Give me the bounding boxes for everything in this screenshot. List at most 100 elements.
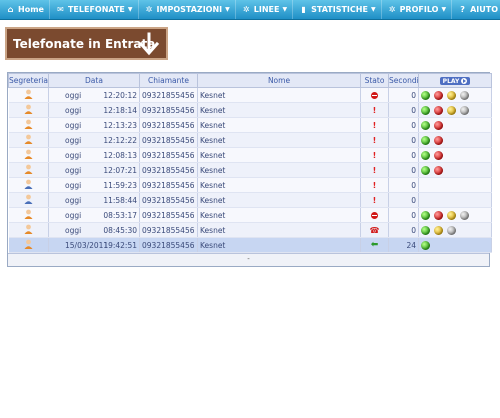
caller-cell: 09321855456	[139, 147, 198, 163]
date-cell: oggi 08:53:17	[48, 207, 140, 223]
caller-cell: 09321855456	[139, 192, 198, 208]
table-header-row: Segreteria Data Chiamante Nome Stato Sec…	[8, 73, 492, 88]
status-cell: !	[360, 102, 389, 118]
user-icon[interactable]	[24, 134, 33, 146]
col-chiamante[interactable]: Chiamante	[139, 73, 198, 88]
table-row[interactable]: oggi 12:20:12 09321855456 Kesnet 0	[8, 87, 492, 103]
name-cell: Kesnet	[197, 162, 361, 178]
gear-icon: ✲	[145, 5, 153, 14]
red-light-icon[interactable]	[434, 120, 443, 130]
missed-call-icon: !	[372, 195, 377, 205]
play-all-button[interactable]: PLAY	[439, 77, 471, 86]
seconds-cell: 0	[388, 102, 419, 118]
menu-item-profilo[interactable]: ✲ PROFILO ▼	[382, 0, 453, 19]
call-day: oggi	[65, 105, 82, 115]
voicemail-cell	[8, 87, 49, 103]
green-light-icon[interactable]	[421, 210, 430, 220]
date-cell: oggi 11:59:23	[48, 177, 140, 193]
green-light-icon[interactable]	[421, 135, 430, 145]
seconds-cell: 0	[388, 207, 419, 223]
incoming-arrow-icon: ⬅	[370, 240, 379, 250]
date-cell: oggi 08:45:30	[48, 222, 140, 238]
seconds-cell: 0	[388, 222, 419, 238]
call-time: 12:07:21	[103, 165, 137, 175]
grey-light-icon[interactable]	[447, 225, 456, 235]
date-cell: oggi 11:58:44	[48, 192, 140, 208]
user-icon[interactable]	[24, 104, 33, 116]
user-icon[interactable]	[24, 149, 33, 161]
yellow-light-icon[interactable]	[447, 90, 456, 100]
blocked-icon	[371, 92, 378, 99]
actions-cell	[418, 222, 492, 238]
red-light-icon[interactable]	[434, 90, 443, 100]
user-icon[interactable]	[24, 194, 33, 206]
user-icon[interactable]	[24, 179, 33, 191]
green-light-icon[interactable]	[421, 165, 430, 175]
col-nome[interactable]: Nome	[197, 73, 361, 88]
call-time: 12:18:14	[103, 105, 137, 115]
table-row[interactable]: oggi 12:12:22 09321855456 Kesnet! 0	[8, 132, 492, 148]
yellow-light-icon[interactable]	[434, 225, 443, 235]
table-body: oggi 12:20:12 09321855456 Kesnet 0 oggi 12:18:…	[8, 87, 492, 253]
yellow-light-icon[interactable]	[447, 210, 456, 220]
phone-hangup-icon: ☎	[369, 225, 380, 235]
grey-light-icon[interactable]	[460, 210, 469, 220]
user-icon[interactable]	[24, 224, 33, 236]
name-cell: Kesnet	[197, 237, 361, 253]
table-row[interactable]: oggi 12:18:14 09321855456 Kesnet! 0	[8, 102, 492, 118]
user-icon[interactable]	[24, 239, 33, 251]
menu-item-home[interactable]: ⌂ Home	[0, 0, 50, 19]
green-light-icon[interactable]	[421, 150, 430, 160]
table-row[interactable]: 15/03/2011 19:42:51 09321855456 Kesnet ⬅ 24	[8, 237, 492, 253]
voicemail-cell	[8, 177, 49, 193]
call-day: 15/03/2011	[65, 240, 109, 250]
table-row[interactable]: oggi 08:53:17 09321855456 Kesnet 0	[8, 207, 492, 223]
actions-cell	[418, 132, 492, 148]
date-cell: oggi 12:12:22	[48, 132, 140, 148]
col-play: PLAY	[418, 73, 492, 88]
user-icon[interactable]	[24, 89, 33, 101]
seconds-cell: 0	[388, 177, 419, 193]
grey-light-icon[interactable]	[460, 90, 469, 100]
table-row[interactable]: oggi 08:45:30 09321855456 Kesnet ☎ 0	[8, 222, 492, 238]
col-segreteria[interactable]: Segreteria	[8, 73, 49, 88]
status-cell	[360, 87, 389, 103]
green-light-icon[interactable]	[421, 90, 430, 100]
table-row[interactable]: oggi 12:07:21 09321855456 Kesnet! 0	[8, 162, 492, 178]
green-light-icon[interactable]	[421, 240, 430, 250]
table-row[interactable]: oggi 11:59:23 09321855456 Kesnet! 0	[8, 177, 492, 193]
user-icon[interactable]	[24, 119, 33, 131]
menu-item-telefonate[interactable]: ✉ TELEFONATE ▼	[50, 0, 139, 19]
missed-call-icon: !	[372, 150, 377, 160]
red-light-icon[interactable]	[434, 105, 443, 115]
user-icon[interactable]	[24, 164, 33, 176]
menu-item-aiuto[interactable]: ?AIUTO▼	[452, 0, 500, 19]
voicemail-cell	[8, 192, 49, 208]
col-stato[interactable]: Stato	[360, 73, 389, 88]
name-cell: Kesnet	[197, 102, 361, 118]
yellow-light-icon[interactable]	[447, 105, 456, 115]
date-cell: oggi 12:13:23	[48, 117, 140, 133]
red-light-icon[interactable]	[434, 150, 443, 160]
col-data[interactable]: Data	[48, 73, 140, 88]
red-light-icon[interactable]	[434, 210, 443, 220]
actions-cell	[418, 237, 492, 253]
date-cell: oggi 12:07:21	[48, 162, 140, 178]
green-light-icon[interactable]	[421, 105, 430, 115]
red-light-icon[interactable]	[434, 135, 443, 145]
green-light-icon[interactable]	[421, 225, 430, 235]
table-row[interactable]: oggi 12:13:23 09321855456 Kesnet! 0	[8, 117, 492, 133]
table-row[interactable]: oggi 12:08:13 09321855456 Kesnet! 0	[8, 147, 492, 163]
seconds-cell: 0	[388, 87, 419, 103]
green-light-icon[interactable]	[421, 120, 430, 130]
red-light-icon[interactable]	[434, 165, 443, 175]
grey-light-icon[interactable]	[460, 105, 469, 115]
menu-item-statistiche[interactable]: ▮ STATISTICHE ▼	[293, 0, 382, 19]
menu-item-impostazioni[interactable]: ✲ IMPOSTAZIONI ▼	[139, 0, 236, 19]
menu-item-linee[interactable]: ✲ LINEE ▼	[236, 0, 294, 19]
caret-down-icon: ▼	[370, 6, 376, 13]
call-time: 08:45:30	[103, 225, 137, 235]
user-icon[interactable]	[24, 209, 33, 221]
table-row[interactable]: oggi 11:58:44 09321855456 Kesnet! 0	[8, 192, 492, 208]
col-secondi[interactable]: Secondi	[388, 73, 419, 88]
